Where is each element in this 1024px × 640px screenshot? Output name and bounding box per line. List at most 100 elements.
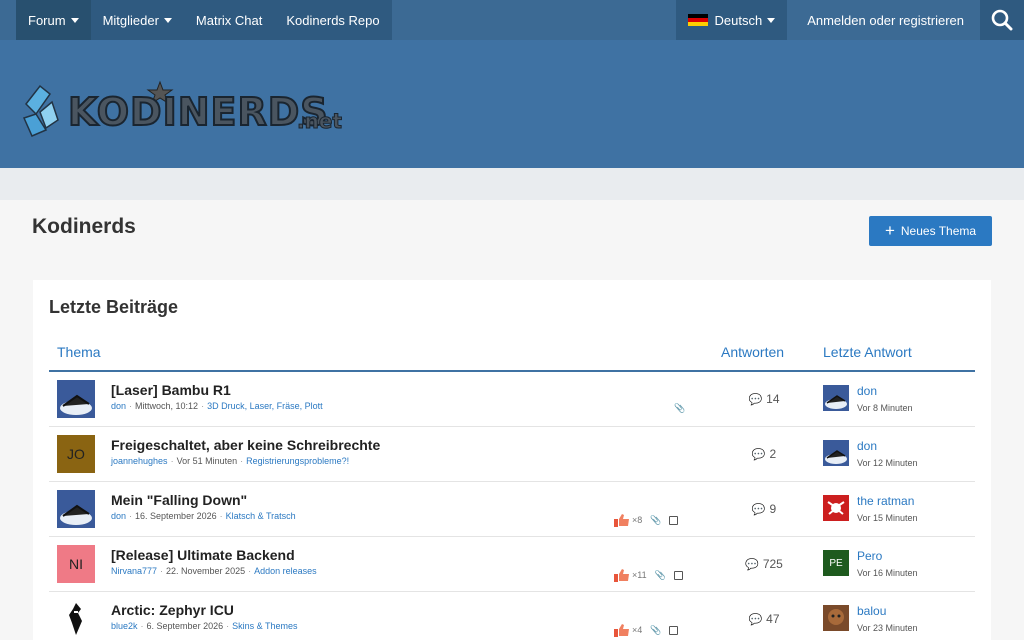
language-selector[interactable]: Deutsch [676, 0, 788, 40]
top-navigation: Forum Mitglieder Matrix Chat Kodinerds R… [0, 0, 1024, 40]
last-reply-avatar[interactable] [823, 440, 849, 466]
topic-indicators: ×8 📎 [614, 513, 679, 527]
board-link[interactable]: 3D Druck, Laser, Fräse, Plott [207, 401, 323, 411]
topic-title-link[interactable]: [Release] Ultimate Backend [111, 547, 295, 563]
like-count: ×4 [632, 625, 643, 635]
avatar-image-icon [825, 450, 847, 464]
avatar-initials: NI [69, 556, 83, 572]
author-link[interactable]: blue2k [111, 621, 138, 631]
topic-title-link[interactable]: Freigeschaltet, aber keine Schreibrechte [111, 437, 380, 453]
last-reply-avatar[interactable] [823, 385, 849, 411]
last-reply-user-link[interactable]: balou [857, 604, 886, 618]
table-row[interactable]: Arctic: Zephyr ICU blue2k · 6. September 2… [49, 592, 975, 640]
last-reply-user-link[interactable]: don [857, 439, 877, 453]
last-reply-user-link[interactable]: don [857, 384, 877, 398]
avatar[interactable]: JO [57, 435, 95, 473]
reply-count-value: 725 [762, 557, 783, 571]
topic-date: Vor 51 Minuten [176, 456, 238, 466]
plus-icon: + [884, 221, 895, 240]
speech-bubble-icon: 💬 [748, 394, 763, 406]
speech-bubble-icon: 💬 [751, 449, 766, 461]
search-icon [991, 9, 1013, 31]
main-menu: Forum Mitglieder Matrix Chat Kodinerds R… [16, 0, 392, 40]
last-reply-avatar[interactable] [823, 495, 849, 521]
site-header: KODINERDS .net [0, 40, 1024, 168]
logo-suffix: .net [297, 109, 342, 133]
topic-indicators: 📎 [674, 403, 685, 414]
topic-title-link[interactable]: Mein "Falling Down" [111, 492, 247, 508]
last-reply-avatar[interactable] [823, 605, 849, 631]
topic-date: Mittwoch, 10:12 [135, 401, 199, 411]
avatar[interactable] [57, 600, 95, 638]
nav-item-label: Matrix Chat [195, 12, 263, 28]
attachment-icon: 📎 [674, 403, 686, 413]
column-header-replies: Antworten [721, 344, 785, 360]
last-reply-time: Vor 23 Minuten [857, 623, 918, 633]
chevron-down-icon [70, 17, 79, 23]
chevron-down-icon [163, 17, 172, 23]
board-link[interactable]: Registrierungsprobleme?! [246, 456, 349, 466]
last-reply-avatar[interactable]: PE [823, 550, 849, 576]
author-link[interactable]: joannehughes [111, 456, 168, 466]
last-reply-time: Vor 16 Minuten [857, 568, 918, 578]
speech-bubble-icon: 💬 [745, 559, 759, 571]
author-link[interactable]: don [111, 401, 126, 411]
topic-title-link[interactable]: [Laser] Bambu R1 [111, 382, 231, 398]
avatar[interactable]: NI [57, 545, 95, 583]
nav-item-matrix-chat[interactable]: Matrix Chat [184, 0, 274, 40]
attachment-icon: 📎 [650, 624, 662, 635]
topic-meta: Nirvana777 · 22. November 2025 · Addon relea… [111, 566, 317, 576]
avatar-image-icon [825, 395, 847, 409]
kodinerds-logo: KODINERDS .net [22, 80, 343, 137]
table-row[interactable]: NI [Release] Ultimate Backend Nirvana777… [49, 537, 975, 592]
reply-count: 💬 9 [709, 502, 819, 516]
nav-item-members[interactable]: Mitglieder [91, 0, 184, 40]
avatar[interactable] [57, 380, 95, 418]
new-topic-button[interactable]: + Neues Thema [869, 216, 992, 246]
reply-count: 💬 725 [709, 557, 819, 571]
column-header-last-reply: Letzte Antwort [823, 344, 912, 360]
board-link[interactable]: Klatsch & Tratsch [226, 511, 296, 521]
table-row[interactable]: [Laser] Bambu R1 don · Mittwoch, 10:12 · 3D … [49, 372, 975, 427]
like-icon [614, 569, 629, 582]
reply-count-value: 47 [766, 612, 780, 626]
topic-date: 22. November 2025 [166, 566, 246, 576]
avatar-initials: PE [829, 557, 843, 569]
checkbox-icon[interactable] [669, 515, 679, 525]
avatar-image-icon [57, 490, 95, 528]
checkbox-icon[interactable] [669, 625, 679, 635]
like-count: ×11 [632, 570, 647, 580]
language-label: Deutsch [714, 12, 763, 28]
topic-meta: joannehughes · Vor 51 Minuten · Registrierun… [111, 456, 350, 466]
attachment-icon: 📎 [654, 569, 666, 580]
topic-indicators: ×4 📎 [614, 623, 679, 637]
author-link[interactable]: don [111, 511, 126, 521]
nav-item-kodinerds-repo[interactable]: Kodinerds Repo [274, 0, 391, 40]
like-icon [614, 624, 629, 637]
checkbox-icon[interactable] [673, 570, 683, 580]
last-reply-user-link[interactable]: Pero [857, 549, 882, 563]
table-row[interactable]: Mein "Falling Down" don · 16. September 20… [49, 482, 975, 537]
board-link[interactable]: Skins & Themes [232, 621, 297, 631]
topic-meta: blue2k · 6. September 2026 · Skins & Themes [111, 621, 298, 631]
german-flag-icon [688, 13, 709, 27]
table-row[interactable]: JO Freigeschaltet, aber keine Schreibrec… [49, 427, 975, 482]
last-reply-time: Vor 15 Minuten [857, 513, 918, 523]
nav-item-forum[interactable]: Forum [16, 0, 91, 40]
new-topic-label: Neues Thema [900, 224, 977, 238]
avatar[interactable] [57, 490, 95, 528]
last-reply-time: Vor 8 Minuten [857, 403, 913, 413]
reply-count-value: 9 [769, 502, 777, 516]
user-menu: Deutsch Anmelden oder registrieren [676, 0, 1024, 40]
author-link[interactable]: Nirvana777 [111, 566, 157, 576]
login-link[interactable]: Anmelden oder registrieren [791, 0, 980, 40]
attachment-icon: 📎 [650, 514, 662, 525]
last-reply-user-link[interactable]: the ratman [857, 494, 914, 508]
board-link[interactable]: Addon releases [254, 566, 317, 576]
speech-bubble-icon: 💬 [751, 504, 766, 516]
topic-title-link[interactable]: Arctic: Zephyr ICU [111, 602, 234, 618]
logo-text: KODINERDS [68, 90, 329, 134]
site-logo[interactable]: KODINERDS .net [22, 72, 362, 147]
search-button[interactable] [980, 0, 1024, 40]
nav-item-label: Forum [28, 12, 66, 28]
